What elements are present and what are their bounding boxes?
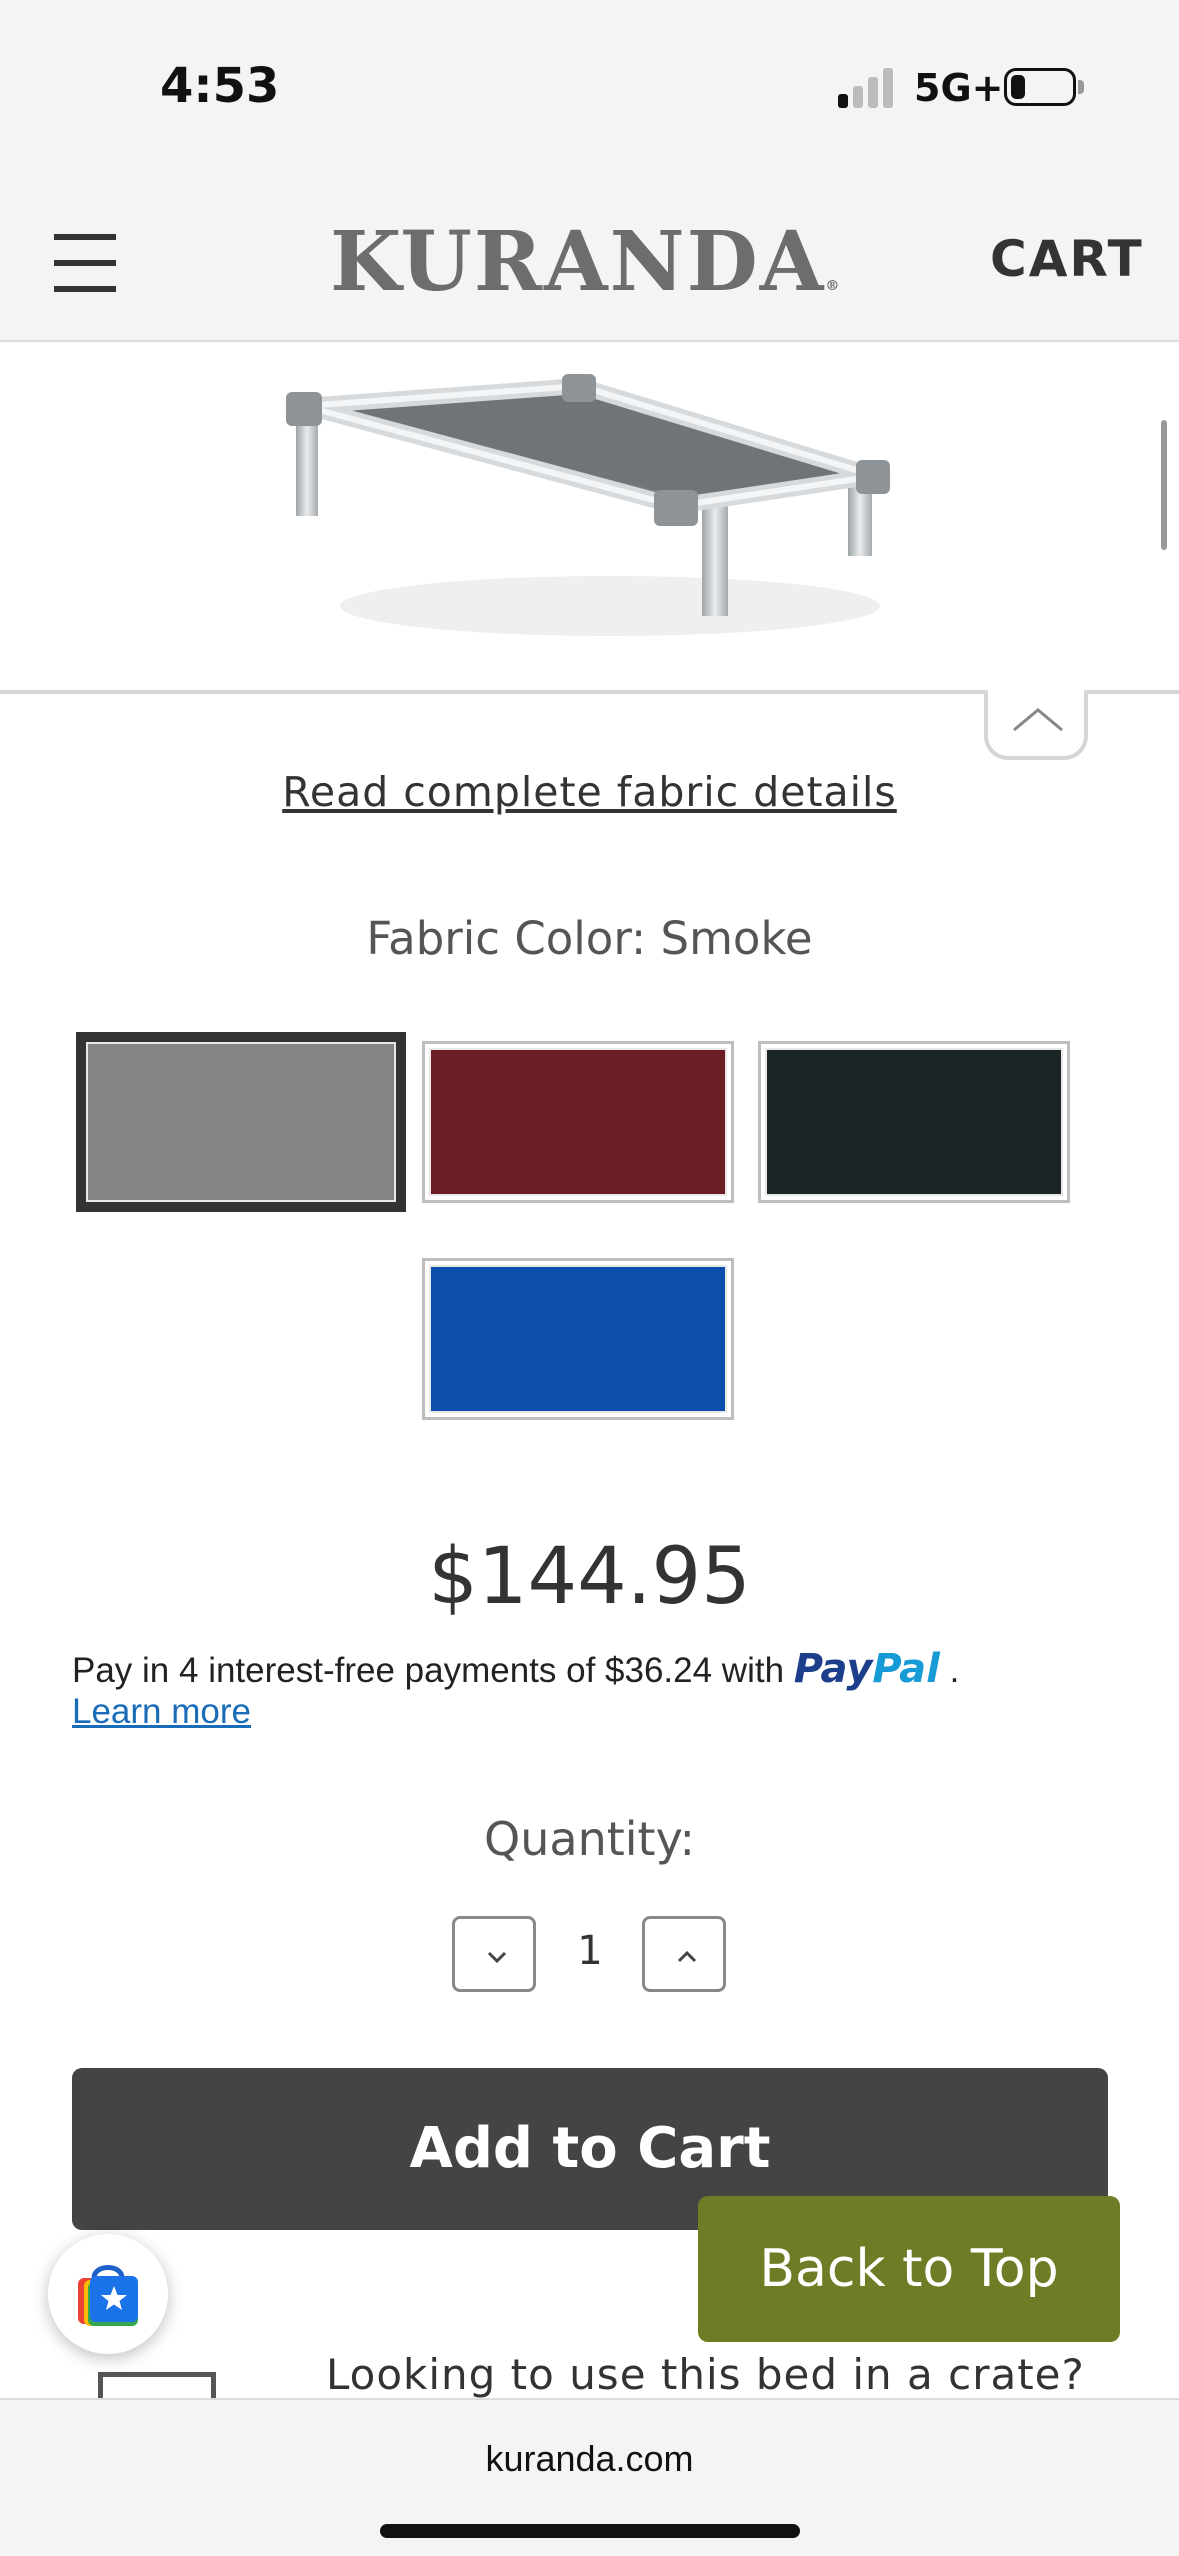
shopping-bag-badge[interactable] xyxy=(48,2234,168,2354)
product-price: $144.95 xyxy=(428,1532,751,1622)
crate-icon xyxy=(98,2372,216,2398)
logo-text: KURANDA xyxy=(330,214,826,310)
battery-icon xyxy=(1004,68,1076,106)
chevron-up-icon xyxy=(1013,708,1063,732)
swatch-color xyxy=(86,1042,396,1202)
product-image[interactable] xyxy=(0,344,1179,694)
crate-prompt[interactable]: Looking to use this bed in a crate? xyxy=(326,2350,1085,2399)
back-to-top-button[interactable]: Back to Top xyxy=(698,2196,1120,2342)
chevron-down-icon xyxy=(487,1951,507,1964)
site-header: KURANDA® CART xyxy=(0,200,1179,342)
scroll-indicator xyxy=(1161,420,1167,550)
swatch-color xyxy=(765,1048,1063,1196)
site-logo[interactable]: KURANDA® xyxy=(330,214,841,310)
quantity-value[interactable]: 1 xyxy=(560,1928,620,1974)
swatch-burgundy[interactable] xyxy=(422,1041,734,1203)
logo-registered-mark: ® xyxy=(825,278,842,294)
swatch-color xyxy=(429,1048,727,1196)
fabric-details-link[interactable]: Read complete fabric details xyxy=(0,768,1179,816)
collapse-toggle[interactable] xyxy=(984,690,1088,760)
paypal-message: Pay in 4 interest-free payments of $36.2… xyxy=(72,1646,959,1692)
fabric-color-label: Fabric Color: Smoke xyxy=(366,912,813,965)
quantity-label: Quantity: xyxy=(484,1812,695,1866)
network-type: 5G+ xyxy=(914,66,1004,110)
status-time: 4:53 xyxy=(160,58,280,114)
url-text[interactable]: kuranda.com xyxy=(0,2438,1179,2480)
swatch-royal-blue[interactable] xyxy=(422,1258,734,1420)
home-indicator[interactable] xyxy=(380,2524,800,2538)
swatch-color xyxy=(429,1265,727,1413)
paypal-text: Pay in 4 interest-free payments of $36.2… xyxy=(72,1651,785,1690)
browser-address-bar[interactable]: kuranda.com xyxy=(0,2398,1179,2556)
swatch-smoke[interactable] xyxy=(76,1032,406,1212)
shopping-bag-icon xyxy=(78,2265,138,2326)
chevron-up-icon xyxy=(677,1950,697,1963)
battery-tip xyxy=(1078,80,1084,94)
quantity-decrease-button[interactable] xyxy=(452,1916,536,1992)
status-bar: 4:53 5G+ xyxy=(0,0,1179,200)
dog-bed-image xyxy=(286,374,890,636)
paypal-logo: PayPal xyxy=(793,1646,940,1692)
learn-more-link[interactable]: Learn more xyxy=(72,1692,251,1732)
signal-icon xyxy=(838,66,898,108)
hamburger-menu-icon[interactable] xyxy=(54,232,116,294)
swatch-black[interactable] xyxy=(758,1041,1070,1203)
quantity-increase-button[interactable] xyxy=(642,1916,726,1992)
cart-link[interactable]: CART xyxy=(990,230,1144,288)
paypal-suffix: . xyxy=(949,1651,960,1690)
